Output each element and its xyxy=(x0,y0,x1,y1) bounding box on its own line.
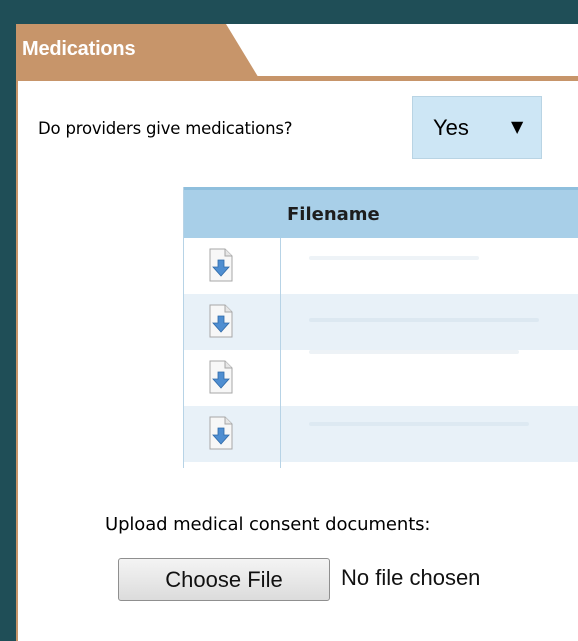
files-table-header: Filename xyxy=(184,187,578,238)
dropdown-arrow-icon: ▼ xyxy=(511,117,524,136)
choose-file-button[interactable]: Choose File xyxy=(118,558,330,601)
panel-border xyxy=(16,80,18,641)
download-file-icon[interactable] xyxy=(208,304,234,338)
tab-underline xyxy=(16,76,578,81)
file-row xyxy=(184,406,578,462)
file-row xyxy=(184,294,578,350)
upload-label: Upload medical consent documents: xyxy=(105,514,431,535)
medications-select[interactable]: Yes ▼ xyxy=(412,96,542,159)
file-status: No file chosen xyxy=(341,565,481,590)
filename-column-header: Filename xyxy=(287,204,380,225)
filename-redacted xyxy=(309,318,539,322)
file-row xyxy=(184,350,578,406)
filename-redacted xyxy=(309,256,479,260)
medications-question: Do providers give medications? xyxy=(38,119,293,138)
download-file-icon[interactable] xyxy=(208,248,234,282)
page-frame: Medications Do providers give medication… xyxy=(0,0,578,641)
filename-redacted xyxy=(309,350,519,354)
column-divider xyxy=(280,238,281,468)
filename-redacted xyxy=(309,422,529,426)
file-row xyxy=(184,238,578,294)
download-file-icon[interactable] xyxy=(208,416,234,450)
files-table: Filename xyxy=(183,187,578,468)
download-file-icon[interactable] xyxy=(208,360,234,394)
select-value: Yes xyxy=(433,115,469,140)
tab-label: Medications xyxy=(22,38,136,60)
